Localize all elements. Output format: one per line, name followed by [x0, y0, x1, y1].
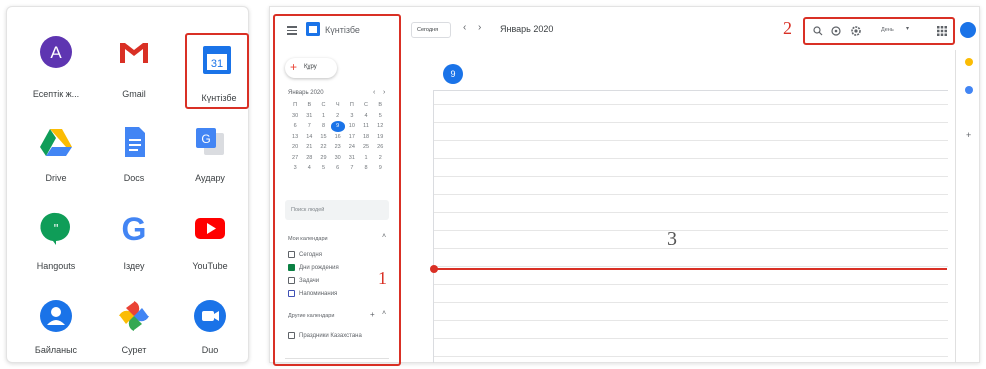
- app-youtube[interactable]: YouTube: [169, 203, 249, 295]
- svg-text:G: G: [201, 132, 210, 146]
- svg-text:A: A: [50, 43, 62, 62]
- side-panel-divider: [955, 50, 956, 363]
- apps-grid-icon[interactable]: [937, 26, 947, 36]
- current-time-dot: [430, 265, 438, 273]
- user-avatar[interactable]: [960, 22, 976, 38]
- duo-icon: [194, 300, 226, 332]
- add-addon-icon[interactable]: +: [966, 130, 971, 140]
- today-button[interactable]: Сегодня: [411, 22, 451, 38]
- header-divider: [433, 90, 948, 91]
- app-docs[interactable]: Docs: [93, 117, 173, 209]
- current-time-line: [433, 268, 947, 270]
- hangouts-icon: ": [40, 212, 70, 245]
- sidebar-highlight: [273, 14, 401, 366]
- callout-2: 2: [783, 18, 792, 38]
- app-label: Есептік ж...: [32, 89, 80, 99]
- app-label: Байланыс: [34, 345, 78, 355]
- app-duo[interactable]: Duo: [169, 291, 249, 369]
- dropdown-arrow-icon: ▾: [906, 26, 910, 32]
- app-gmail[interactable]: Gmail: [93, 27, 173, 119]
- app-drive[interactable]: Drive: [15, 117, 95, 209]
- app-label: Аудару: [195, 173, 225, 183]
- app-translate[interactable]: G Аудару: [169, 117, 249, 209]
- google-search-icon: G: [122, 211, 147, 245]
- keep-icon[interactable]: [965, 58, 973, 66]
- view-select[interactable]: День ▾: [878, 24, 920, 38]
- prev-period-icon[interactable]: ‹: [463, 22, 466, 33]
- app-label: YouTube: [192, 261, 228, 271]
- account-icon: A: [40, 36, 72, 68]
- search-icon[interactable]: [813, 26, 823, 36]
- app-search[interactable]: G Іздеу: [93, 203, 173, 295]
- translate-icon: G: [196, 128, 224, 155]
- youtube-icon: [195, 218, 225, 239]
- app-label: Drive: [45, 173, 67, 183]
- today-label: Сегодня: [417, 27, 439, 33]
- app-label: Duo: [201, 345, 219, 355]
- contacts-icon: [40, 300, 72, 332]
- app-launcher: A Есептік ж... Gmail 31 Күнтізбе Drive D…: [6, 6, 249, 363]
- svg-text:G: G: [122, 211, 147, 245]
- day-number-badge[interactable]: 9: [443, 64, 463, 84]
- app-label: Hangouts: [36, 261, 76, 271]
- docs-icon: [125, 127, 145, 157]
- app-label: Gmail: [122, 89, 146, 99]
- period-title: Январь 2020: [500, 24, 554, 34]
- settings-gear-icon[interactable]: [851, 26, 861, 36]
- app-label: Іздеу: [123, 261, 145, 271]
- svg-text:": ": [54, 221, 59, 236]
- app-contacts[interactable]: Байланыс: [15, 291, 95, 369]
- svg-text:31: 31: [211, 58, 223, 70]
- app-account[interactable]: A Есептік ж...: [15, 27, 95, 119]
- day-number: 9: [450, 69, 456, 79]
- app-label: Сурет: [121, 345, 147, 355]
- drive-icon: [40, 129, 72, 156]
- time-column-divider: [433, 90, 434, 363]
- app-label: Docs: [123, 173, 145, 183]
- help-icon[interactable]: [831, 26, 841, 36]
- next-period-icon[interactable]: ›: [478, 22, 481, 33]
- tasks-icon[interactable]: [965, 86, 973, 94]
- photos-icon: [119, 301, 149, 331]
- callout-3: 3: [667, 228, 677, 250]
- app-hangouts[interactable]: " Hangouts: [15, 203, 95, 295]
- app-calendar[interactable]: 31 Күнтізбе: [185, 33, 249, 109]
- view-select-value: День: [881, 27, 894, 33]
- gmail-icon: [120, 43, 148, 63]
- calendar-icon: 31: [203, 46, 231, 74]
- app-label: Күнтізбе: [201, 93, 237, 103]
- callout-1: 1: [378, 268, 387, 288]
- app-photos[interactable]: Сурет: [93, 291, 173, 369]
